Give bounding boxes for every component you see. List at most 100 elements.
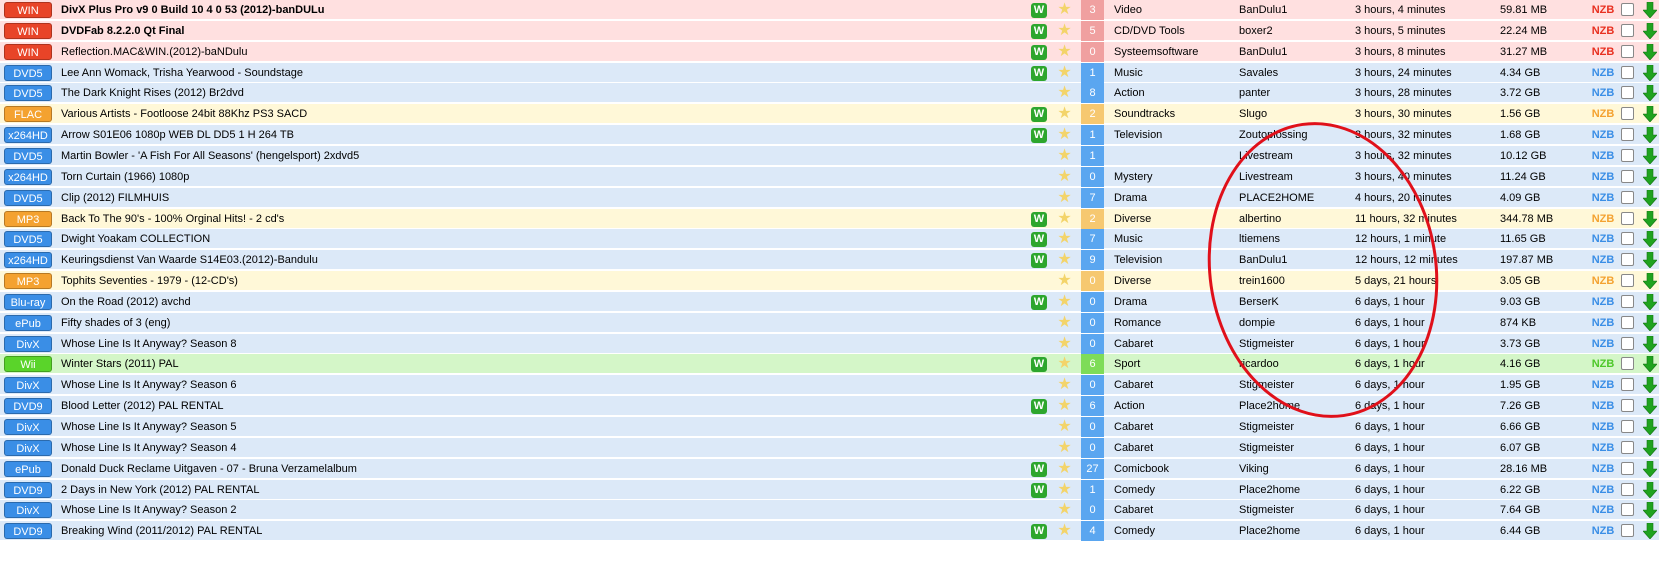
category-tag[interactable]: x264HD: [4, 127, 52, 144]
favorite-star-icon[interactable]: ★: [1056, 63, 1073, 83]
table-row[interactable]: DivX Whose Line Is It Anyway? Season 8 ★ 0 C…: [0, 333, 1659, 354]
download-arrow-icon[interactable]: [1643, 500, 1657, 520]
table-row[interactable]: DVD5 Dwight Yoakam COLLECTION W ★ 7 Music ltie…: [0, 229, 1659, 250]
nzb-link[interactable]: NZB: [1589, 125, 1617, 145]
table-row[interactable]: DVD5 Lee Ann Womack, Trisha Yearwood - So…: [0, 62, 1659, 83]
poster-name[interactable]: Place2home: [1239, 396, 1351, 416]
poster-name[interactable]: Place2home: [1239, 480, 1351, 500]
select-checkbox[interactable]: [1621, 211, 1634, 225]
spot-title-link[interactable]: 2 Days in New York (2012) PAL RENTAL: [61, 480, 1021, 500]
spot-title-link[interactable]: Various Artists - Footloose 24bit 88Khz …: [61, 104, 1021, 124]
table-row[interactable]: WIN DivX Plus Pro v9 0 Build 10 4 0 53 (2…: [0, 0, 1659, 20]
download-arrow-icon[interactable]: [1643, 83, 1657, 103]
watch-badge[interactable]: W: [1031, 294, 1047, 310]
category-tag[interactable]: ePub: [4, 314, 52, 331]
select-checkbox[interactable]: [1621, 482, 1634, 496]
favorite-star-icon[interactable]: ★: [1056, 480, 1073, 500]
watch-badge[interactable]: W: [1031, 3, 1047, 18]
select-checkbox[interactable]: [1621, 86, 1634, 100]
watch-badge[interactable]: W: [1031, 482, 1047, 498]
select-checkbox[interactable]: [1621, 107, 1634, 121]
nzb-link[interactable]: NZB: [1589, 209, 1617, 229]
spot-title-link[interactable]: On the Road (2012) avchd: [61, 292, 1021, 312]
download-arrow-icon[interactable]: [1643, 480, 1657, 500]
poster-name[interactable]: Livestream: [1239, 146, 1351, 166]
favorite-star-icon[interactable]: ★: [1056, 42, 1073, 62]
poster-name[interactable]: dompie: [1239, 313, 1351, 333]
category-tag[interactable]: DivX: [4, 502, 52, 519]
select-checkbox[interactable]: [1621, 23, 1634, 37]
favorite-star-icon[interactable]: ★: [1056, 500, 1073, 520]
table-row[interactable]: x264HD Arrow S01E06 1080p WEB DL DD5 1 H …: [0, 125, 1659, 146]
favorite-star-icon[interactable]: ★: [1056, 313, 1073, 333]
select-checkbox[interactable]: [1621, 357, 1634, 371]
watch-badge[interactable]: W: [1031, 128, 1047, 144]
category-tag[interactable]: DVD9: [4, 398, 52, 415]
download-arrow-icon[interactable]: [1643, 146, 1657, 166]
poster-name[interactable]: Livestream: [1239, 167, 1351, 187]
nzb-link[interactable]: NZB: [1589, 521, 1617, 541]
download-arrow-icon[interactable]: [1643, 167, 1657, 187]
spot-title-link[interactable]: Clip (2012) FILMHUIS: [61, 188, 1021, 208]
table-row[interactable]: x264HD Keuringsdienst Van Waarde S14E03.(…: [0, 250, 1659, 271]
spot-title-link[interactable]: The Dark Knight Rises (2012) Br2dvd: [61, 83, 1021, 103]
nzb-link[interactable]: NZB: [1589, 292, 1617, 312]
table-row[interactable]: WIN DVDFab 8.2.2.0 Qt Final W ★ 5 CD/DVD Tool…: [0, 20, 1659, 41]
spot-title-link[interactable]: Lee Ann Womack, Trisha Yearwood - Sounds…: [61, 63, 1021, 83]
poster-name[interactable]: BanDulu1: [1239, 250, 1351, 270]
poster-name[interactable]: boxer2: [1239, 21, 1351, 41]
spot-title-link[interactable]: Blood Letter (2012) PAL RENTAL: [61, 396, 1021, 416]
nzb-link[interactable]: NZB: [1589, 375, 1617, 395]
nzb-link[interactable]: NZB: [1589, 417, 1617, 437]
select-checkbox[interactable]: [1621, 378, 1634, 392]
download-arrow-icon[interactable]: [1643, 271, 1657, 291]
nzb-link[interactable]: NZB: [1589, 271, 1617, 291]
download-arrow-icon[interactable]: [1643, 250, 1657, 270]
select-checkbox[interactable]: [1621, 190, 1634, 204]
category-tag[interactable]: DVD9: [4, 523, 52, 540]
nzb-link[interactable]: NZB: [1589, 42, 1617, 62]
poster-name[interactable]: Stigmeister: [1239, 500, 1351, 520]
poster-name[interactable]: Zoutoplossing: [1239, 125, 1351, 145]
download-arrow-icon[interactable]: [1643, 438, 1657, 458]
select-checkbox[interactable]: [1621, 294, 1634, 308]
favorite-star-icon[interactable]: ★: [1056, 292, 1073, 312]
poster-name[interactable]: Slugo: [1239, 104, 1351, 124]
favorite-star-icon[interactable]: ★: [1056, 354, 1073, 374]
download-arrow-icon[interactable]: [1643, 21, 1657, 41]
favorite-star-icon[interactable]: ★: [1056, 438, 1073, 458]
watch-badge[interactable]: W: [1031, 253, 1047, 269]
select-checkbox[interactable]: [1621, 461, 1634, 475]
download-arrow-icon[interactable]: [1643, 292, 1657, 312]
favorite-star-icon[interactable]: ★: [1056, 521, 1073, 541]
favorite-star-icon[interactable]: ★: [1056, 209, 1073, 229]
spot-title-link[interactable]: Whose Line Is It Anyway? Season 8: [61, 334, 1021, 354]
select-checkbox[interactable]: [1621, 253, 1634, 267]
spot-title-link[interactable]: Torn Curtain (1966) 1080p: [61, 167, 1021, 187]
watch-badge[interactable]: W: [1031, 399, 1047, 415]
download-arrow-icon[interactable]: [1643, 0, 1657, 20]
category-tag[interactable]: DVD5: [4, 147, 52, 164]
select-checkbox[interactable]: [1621, 503, 1634, 517]
table-row[interactable]: MP3 Tophits Seventies - 1979 - (12-CD's) ★…: [0, 271, 1659, 292]
category-tag[interactable]: MP3: [4, 210, 52, 227]
download-arrow-icon[interactable]: [1643, 313, 1657, 333]
category-tag[interactable]: Wii: [4, 356, 52, 373]
favorite-star-icon[interactable]: ★: [1056, 459, 1073, 479]
watch-badge[interactable]: W: [1031, 211, 1047, 227]
poster-name[interactable]: Place2home: [1239, 521, 1351, 541]
favorite-star-icon[interactable]: ★: [1056, 104, 1073, 124]
category-tag[interactable]: DVD5: [4, 231, 52, 248]
category-tag[interactable]: DVD5: [4, 85, 52, 102]
download-arrow-icon[interactable]: [1643, 396, 1657, 416]
favorite-star-icon[interactable]: ★: [1056, 396, 1073, 416]
select-checkbox[interactable]: [1621, 128, 1634, 142]
select-checkbox[interactable]: [1621, 524, 1634, 538]
download-arrow-icon[interactable]: [1643, 375, 1657, 395]
spot-title-link[interactable]: Breaking Wind (2011/2012) PAL RENTAL: [61, 521, 1021, 541]
nzb-link[interactable]: NZB: [1589, 438, 1617, 458]
spot-title-link[interactable]: Back To The 90's - 100% Orginal Hits! - …: [61, 209, 1021, 229]
category-tag[interactable]: DVD5: [4, 64, 52, 81]
spot-title-link[interactable]: DVDFab 8.2.2.0 Qt Final: [61, 21, 1021, 41]
spot-title-link[interactable]: DivX Plus Pro v9 0 Build 10 4 0 53 (2012…: [61, 0, 1021, 20]
